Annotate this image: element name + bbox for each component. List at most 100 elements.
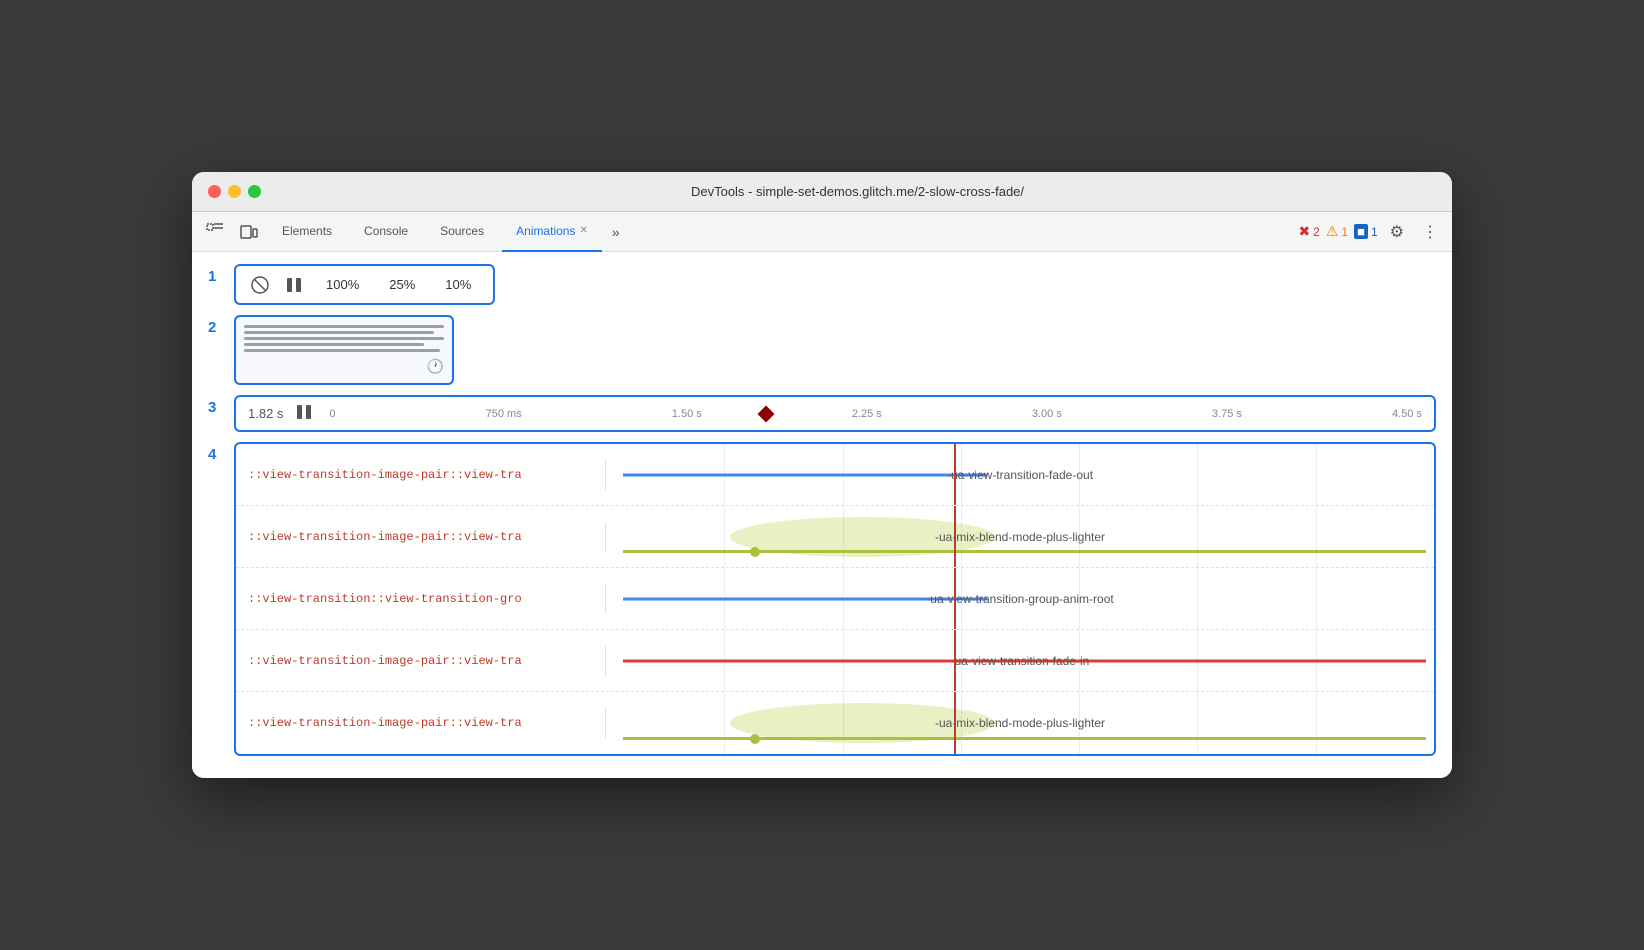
clear-button[interactable]	[250, 275, 270, 295]
ruler-label-150: 1.50 s	[672, 408, 702, 420]
section-3-row: 3 1.82 s 0 750 ms 1.50 s 2.25 s 3.00 s	[208, 395, 1436, 432]
animation-preview-box: 🕐	[234, 315, 454, 385]
speed-100-button[interactable]: 100%	[318, 274, 367, 295]
close-button[interactable]	[208, 185, 221, 198]
maximize-button[interactable]	[248, 185, 261, 198]
grid-line	[1316, 568, 1317, 629]
grid-line	[1197, 692, 1198, 754]
row-2-label: ::view-transition-image-pair::view-tra	[236, 522, 606, 552]
tab-elements[interactable]: Elements	[268, 212, 346, 252]
info-badge: ■ 1	[1354, 224, 1378, 239]
row-4-track: -ua-view-transition-fade-in	[606, 630, 1434, 691]
error-badge: ✖ 2	[1298, 223, 1319, 240]
row-1-label: ::view-transition-image-pair::view-tra	[236, 460, 606, 490]
bar-blue	[623, 473, 987, 476]
toolbar: Elements Console Sources Animations ✕ » …	[192, 212, 1452, 252]
row-2-name: -ua-mix-blend-mode-plus-lighter	[935, 530, 1105, 544]
inspect-element-button[interactable]	[200, 219, 230, 245]
ruler-labels: 0 750 ms 1.50 s 2.25 s 3.00 s 3.75 s 4.5…	[329, 408, 1422, 420]
row-1-track: -ua-view-transition-fade-out	[606, 444, 1434, 505]
grid-line	[724, 692, 725, 754]
grid-line	[1316, 506, 1317, 567]
grid-line	[1197, 506, 1198, 567]
ruler-label-0: 0	[329, 408, 335, 420]
grid-line	[1316, 444, 1317, 505]
tab-console[interactable]: Console	[350, 212, 422, 252]
warn-icon: ⚠	[1326, 223, 1339, 240]
timeline-header-box[interactable]: 1.82 s 0 750 ms 1.50 s 2.25 s 3.00 s 3.7…	[234, 395, 1436, 432]
preview-line	[244, 337, 444, 340]
row-5-name: -ua-mix-blend-mode-plus-lighter	[935, 716, 1105, 730]
toolbar-right: ✖ 2 ⚠ 1 ■ 1 ⚙ ⋮	[1298, 218, 1444, 246]
info-icon: ■	[1354, 224, 1368, 239]
row-4-label: ::view-transition-image-pair::view-tra	[236, 646, 606, 676]
grid-line	[1316, 692, 1317, 754]
dot-green	[750, 547, 760, 557]
more-tabs-button[interactable]: »	[606, 220, 626, 244]
row-5-track: -ua-mix-blend-mode-plus-lighter	[606, 692, 1434, 754]
device-toolbar-button[interactable]	[234, 219, 264, 245]
preview-line	[244, 331, 434, 334]
table-row[interactable]: ::view-transition::view-transition-gro -…	[236, 568, 1434, 630]
section-2-number: 2	[208, 319, 224, 336]
speed-25-button[interactable]: 25%	[381, 274, 423, 295]
row-1-name: -ua-view-transition-fade-out	[947, 468, 1093, 482]
play-button[interactable]	[284, 275, 304, 295]
clock-icon: 🕐	[427, 358, 444, 375]
section-4-row: 4 ::view-transition-image-pair::view-tra	[208, 442, 1436, 756]
row-2-track: -ua-mix-blend-mode-plus-lighter	[606, 506, 1434, 567]
more-options-button[interactable]: ⋮	[1416, 218, 1444, 246]
tab-animations[interactable]: Animations ✕	[502, 212, 602, 252]
table-row[interactable]: ::view-transition-image-pair::view-tra -…	[236, 630, 1434, 692]
table-row[interactable]: ::view-transition-image-pair::view-tra	[236, 692, 1434, 754]
preview-line	[244, 343, 424, 346]
traffic-lights	[208, 185, 261, 198]
row-4-name: -ua-view-transition-fade-in	[951, 654, 1090, 668]
grid-line	[724, 506, 725, 567]
preview-footer: 🕐	[244, 358, 444, 375]
section-1-row: 1 100% 25% 10%	[208, 264, 1436, 305]
grid-line	[1197, 444, 1198, 505]
preview-lines	[244, 325, 444, 352]
row-5-label: ::view-transition-image-pair::view-tra	[236, 708, 606, 738]
main-content: 1 100% 25% 10%	[192, 252, 1452, 778]
pause-icon[interactable]	[295, 403, 313, 424]
ruler-label-225: 2.25 s	[852, 408, 882, 420]
ruler-label-750: 750 ms	[486, 408, 522, 420]
table-row[interactable]: ::view-transition-image-pair::view-tra	[236, 444, 1434, 506]
red-vline	[954, 444, 956, 505]
minimize-button[interactable]	[228, 185, 241, 198]
timeline-time: 1.82 s	[248, 406, 283, 421]
title-bar: DevTools - simple-set-demos.glitch.me/2-…	[192, 172, 1452, 212]
dot-green	[750, 734, 760, 744]
section-1-number: 1	[208, 268, 224, 285]
red-vline	[954, 506, 956, 567]
controls-box: 100% 25% 10%	[234, 264, 495, 305]
red-vline	[954, 568, 956, 629]
section-3-number: 3	[208, 399, 224, 416]
ruler-label-450: 4.50 s	[1392, 408, 1422, 420]
section-2-row: 2 🕐	[208, 315, 1436, 385]
section-4-number: 4	[208, 446, 224, 463]
ruler-label-300: 3.00 s	[1032, 408, 1062, 420]
timeline-ruler: 0 750 ms 1.50 s 2.25 s 3.00 s 3.75 s 4.5…	[329, 408, 1422, 420]
warn-badge: ⚠ 1	[1326, 223, 1348, 240]
speed-10-button[interactable]: 10%	[437, 274, 479, 295]
animation-rows-box: ::view-transition-image-pair::view-tra	[234, 442, 1436, 756]
row-3-label: ::view-transition::view-transition-gro	[236, 584, 606, 614]
row-3-track: -ua-view-transition-group-anim-root	[606, 568, 1434, 629]
bar-green	[623, 550, 1426, 553]
tab-sources[interactable]: Sources	[426, 212, 498, 252]
tab-close-icon[interactable]: ✕	[579, 225, 587, 236]
window-title: DevTools - simple-set-demos.glitch.me/2-…	[279, 184, 1436, 199]
devtools-window: DevTools - simple-set-demos.glitch.me/2-…	[192, 172, 1452, 778]
red-vline	[954, 630, 956, 691]
bar-green	[623, 737, 1426, 740]
error-icon: ✖	[1298, 223, 1310, 240]
settings-button[interactable]: ⚙	[1384, 218, 1410, 246]
preview-line	[244, 325, 444, 328]
table-row[interactable]: ::view-transition-image-pair::view-tra	[236, 506, 1434, 568]
red-vline	[954, 692, 956, 754]
grid-line	[1197, 568, 1198, 629]
ruler-label-375: 3.75 s	[1212, 408, 1242, 420]
